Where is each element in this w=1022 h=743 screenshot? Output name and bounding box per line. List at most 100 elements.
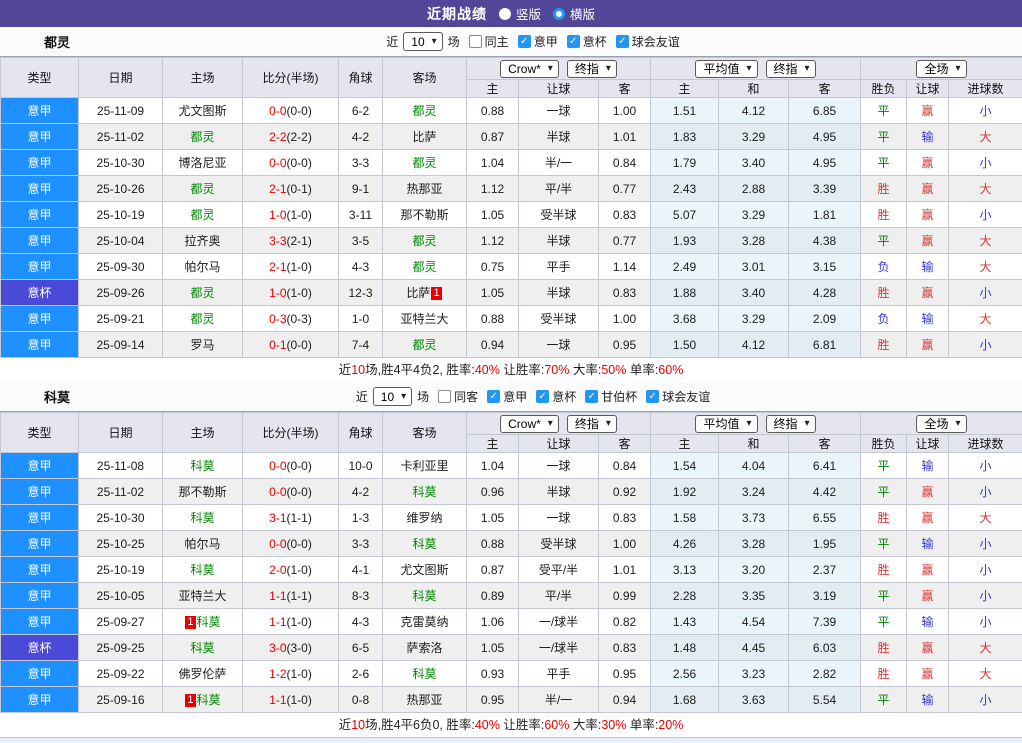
date-cell: 25-11-02	[79, 479, 163, 505]
layout-radio-vertical[interactable]: 竖版	[499, 4, 541, 23]
league-badge: 意杯	[1, 635, 79, 661]
home-team-cell: 佛罗伦萨	[163, 661, 243, 687]
sub-column-header: 让球	[907, 435, 949, 453]
half-time-score: (0-0)	[287, 156, 312, 170]
header-row-groups: 类型日期主场比分(半场)角球客场Crow*▾终指▾平均值▾终指▾全场▾	[1, 58, 1022, 80]
league-badge: 意甲	[1, 306, 79, 332]
result-outcome-cell: 平	[861, 531, 907, 557]
column-header: 客场	[383, 413, 467, 453]
same-venue-checkbox[interactable]	[438, 390, 451, 403]
chevron-down-icon: ▾	[432, 37, 437, 47]
result-outcome-cell: 负	[861, 254, 907, 280]
table-row: 意甲25-10-30科莫3-1(1-1)1-3维罗纳1.05一球0.831.58…	[1, 505, 1022, 531]
match-count-select[interactable]: 10▾	[373, 387, 412, 406]
league-filter-checkbox[interactable]: ✓	[518, 35, 531, 48]
result-outcome-cell: 平	[861, 609, 907, 635]
league-filter-checkbox[interactable]: ✓	[567, 35, 580, 48]
radio-horizontal-icon[interactable]	[553, 8, 565, 20]
near-label: 近	[356, 388, 368, 405]
odds-source-select[interactable]: Crow*▾	[500, 415, 559, 433]
away-odds-cell: 0.77	[599, 176, 651, 202]
corners-cell: 4-1	[339, 557, 383, 583]
away-odds-cell: 0.99	[599, 583, 651, 609]
table-row: 意杯25-09-25科莫3-0(3-0)6-5萨索洛1.05一/球半0.831.…	[1, 635, 1022, 661]
chevron-down-icon: ▾	[805, 419, 810, 429]
result-outcome-cell: 平	[861, 583, 907, 609]
team-name: 科莫	[44, 387, 70, 406]
odds-group-selects: Crow*▾ 终指▾	[467, 415, 650, 433]
result-outcome-cell: 胜	[861, 280, 907, 306]
handicap-cell: 一/球半	[519, 609, 599, 635]
home-odds-cell: 1.05	[467, 505, 519, 531]
team-label: 亚特兰大	[400, 312, 448, 326]
league-filter-checkbox[interactable]: ✓	[646, 390, 659, 403]
score-cell: 3-3(2-1)	[243, 228, 339, 254]
result-group-selects: 全场▾	[861, 60, 1022, 78]
table-row: 意甲25-09-21都灵0-3(0-3)1-0亚特兰大0.88受半球1.003.…	[1, 306, 1022, 332]
summary-text: 大率:	[569, 363, 601, 377]
sub-column-header: 进球数	[949, 80, 1022, 98]
filter-controls: 近10▾场同主✓意甲✓意杯✓球会友谊	[384, 32, 681, 51]
avg-draw-cell: 3.40	[719, 150, 789, 176]
sub-column-header: 和	[719, 435, 789, 453]
league-badge: 意甲	[1, 531, 79, 557]
match-count-select[interactable]: 10▾	[403, 32, 442, 51]
avg-draw-cell: 4.54	[719, 609, 789, 635]
result-handicap-cell: 赢	[907, 202, 949, 228]
team-label: 都灵	[190, 130, 214, 144]
result-outcome-cell: 平	[861, 124, 907, 150]
team-label: 热那亚	[406, 693, 442, 707]
result-scope-select[interactable]: 全场▾	[916, 415, 966, 433]
chevron-down-icon: ▾	[548, 419, 553, 429]
avg-home-cell: 1.48	[651, 635, 719, 661]
away-team-cell: 萨索洛	[383, 635, 467, 661]
near-label: 近	[386, 33, 398, 50]
column-header: 类型	[1, 413, 79, 453]
corners-cell: 1-0	[339, 306, 383, 332]
league-filter-checkbox[interactable]: ✓	[487, 390, 500, 403]
avg-draw-cell: 3.73	[719, 505, 789, 531]
odds-final-select[interactable]: 终指▾	[567, 60, 617, 78]
league-filter-checkbox[interactable]: ✓	[616, 35, 629, 48]
avg-source-select[interactable]: 平均值▾	[695, 415, 757, 433]
home-odds-cell: 0.95	[467, 687, 519, 713]
odds-final-select[interactable]: 终指▾	[567, 415, 617, 433]
result-goals-cell: 小	[949, 280, 1022, 306]
away-odds-cell: 0.83	[599, 635, 651, 661]
odds-source-select[interactable]: Crow*▾	[500, 60, 559, 78]
avg-away-cell: 2.09	[789, 306, 861, 332]
odds-group-header: Crow*▾ 终指▾	[467, 413, 651, 435]
corners-cell: 1-3	[339, 505, 383, 531]
table-row: 意甲25-10-26都灵2-1(0-1)9-1热那亚1.12平/半0.772.4…	[1, 176, 1022, 202]
home-odds-cell: 1.05	[467, 202, 519, 228]
avg-final-select[interactable]: 终指▾	[766, 415, 816, 433]
team-label: 科莫	[412, 485, 436, 499]
away-odds-cell: 0.83	[599, 505, 651, 531]
away-odds-cell: 1.01	[599, 557, 651, 583]
page-title: 近期战绩	[427, 4, 487, 24]
sub-column-header: 胜负	[861, 80, 907, 98]
layout-radio-horizontal[interactable]: 横版	[553, 4, 595, 23]
avg-home-cell: 2.56	[651, 661, 719, 687]
result-handicap-cell: 输	[907, 609, 949, 635]
league-filter-checkbox[interactable]: ✓	[536, 390, 549, 403]
result-goals-cell: 大	[949, 306, 1022, 332]
home-odds-cell: 1.12	[467, 176, 519, 202]
avg-source-select[interactable]: 平均值▾	[695, 60, 757, 78]
avg-draw-cell: 3.28	[719, 531, 789, 557]
result-outcome-cell: 平	[861, 687, 907, 713]
away-team-cell: 热那亚	[383, 176, 467, 202]
same-venue-checkbox[interactable]	[469, 35, 482, 48]
result-scope-select[interactable]: 全场▾	[916, 60, 966, 78]
chevron-down-icon: ▾	[606, 419, 611, 429]
corners-cell: 4-2	[339, 124, 383, 150]
avg-home-cell: 1.92	[651, 479, 719, 505]
radio-vertical-icon[interactable]	[499, 8, 511, 20]
corners-cell: 4-3	[339, 609, 383, 635]
league-filter-checkbox[interactable]: ✓	[585, 390, 598, 403]
score-cell: 1-1(1-1)	[243, 583, 339, 609]
avg-home-cell: 1.50	[651, 332, 719, 358]
chevron-down-icon: ▾	[548, 64, 553, 74]
away-team-cell: 科莫	[383, 661, 467, 687]
avg-final-select[interactable]: 终指▾	[766, 60, 816, 78]
